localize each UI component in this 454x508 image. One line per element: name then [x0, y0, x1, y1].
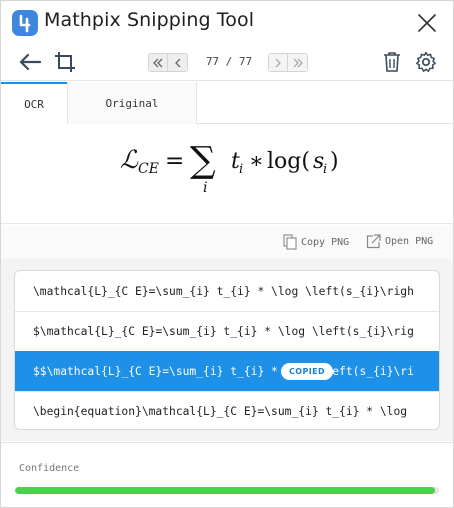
arrow-left-icon [19, 53, 42, 71]
svg-text:i: i [239, 162, 243, 177]
gear-icon [416, 51, 436, 72]
trash-icon [384, 52, 400, 72]
app-title: Mathpix Snipping Tool [44, 9, 255, 31]
svg-text:log(: log( [267, 149, 310, 174]
last-page-button[interactable] [288, 53, 308, 72]
app-window: Mathpix Snipping Tool 77 / 77 OCR Origin… [0, 0, 454, 508]
svg-text:CE: CE [138, 161, 159, 177]
svg-text:ℒ: ℒ [120, 145, 139, 174]
confidence-bar [15, 487, 439, 494]
title-bar: Mathpix Snipping Tool [1, 1, 453, 45]
close-button[interactable] [415, 11, 439, 35]
double-chevron-right-icon [293, 58, 303, 67]
open-png-button[interactable]: Open PNG [366, 234, 433, 249]
svg-text:i: i [203, 180, 207, 196]
copied-badge: COPIED [281, 363, 334, 380]
back-button[interactable] [17, 51, 43, 73]
chevron-right-icon [275, 58, 281, 67]
svg-text:∑: ∑ [190, 140, 216, 181]
crop-icon [55, 52, 75, 72]
svg-text:∗: ∗ [249, 149, 264, 174]
latex-results-list: \mathcal{L}_{C E}=\sum_{i} t_{i} * \log … [14, 270, 440, 430]
rendered-formula: ℒ CE = ∑ i t i ∗ log( s i ) [120, 140, 339, 196]
nav-group-forward [268, 53, 308, 72]
chevron-left-icon [174, 58, 180, 67]
previous-page-button[interactable] [168, 53, 188, 72]
next-page-button[interactable] [268, 53, 288, 72]
toolbar: 77 / 77 [1, 45, 453, 81]
svg-text:): ) [330, 149, 339, 174]
latex-result-item[interactable]: \mathcal{L}_{C E}=\sum_{i} t_{i} * \log … [15, 271, 439, 311]
svg-text:=: = [165, 148, 184, 174]
latex-result-item[interactable]: \begin{equation}\mathcal{L}_{C E}=\sum_{… [15, 391, 439, 429]
confidence-area: Confidence [1, 442, 453, 507]
copy-icon [283, 234, 297, 250]
copy-png-label: Copy PNG [301, 236, 350, 248]
external-link-icon [366, 234, 381, 249]
nav-group-back [148, 53, 188, 72]
tab-bar: OCR Original [1, 82, 453, 124]
page-counter: 77 / 77 [205, 55, 253, 68]
mathpix-logo-icon [12, 10, 38, 36]
latex-result-item[interactable]: $\mathcal{L}_{C E}=\sum_{i} t_{i} * \log… [15, 311, 439, 351]
rendered-formula-area: ℒ CE = ∑ i t i ∗ log( s i ) [1, 124, 453, 224]
first-page-button[interactable] [148, 53, 168, 72]
close-icon [418, 14, 436, 32]
confidence-bar-fill [15, 487, 435, 494]
confidence-label: Confidence [19, 463, 80, 474]
svg-text:i: i [323, 162, 327, 177]
settings-button[interactable] [415, 51, 437, 73]
double-chevron-left-icon [153, 58, 163, 67]
tab-original[interactable]: Original [67, 82, 197, 124]
copy-png-button[interactable]: Copy PNG [283, 234, 349, 250]
png-actions-row: Copy PNG Open PNG [1, 225, 453, 259]
screenshot-crop-button[interactable] [53, 50, 77, 74]
delete-button[interactable] [382, 51, 402, 73]
tab-ocr[interactable]: OCR [1, 82, 67, 124]
latex-result-item-selected[interactable]: $$\mathcal{L}_{C E}=\sum_{i} t_{i} * \lo… [15, 351, 439, 391]
open-png-label: Open PNG [385, 236, 434, 247]
